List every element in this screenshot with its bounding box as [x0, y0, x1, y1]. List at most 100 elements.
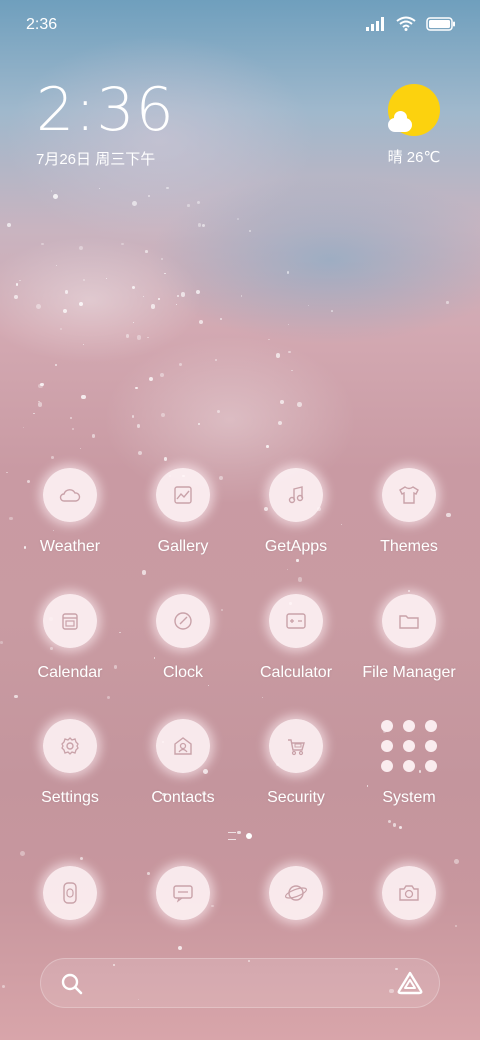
sparkle — [286, 270, 290, 274]
sparkle — [398, 825, 402, 829]
sparkle — [279, 400, 284, 405]
sparkle — [219, 317, 222, 320]
app-label-calculator: Calculator — [259, 664, 333, 681]
sparkle — [240, 295, 243, 297]
sparkle — [454, 859, 459, 864]
calendar-icon — [43, 594, 97, 648]
clock-date: 7月26日 周三下午 — [36, 151, 156, 168]
app-label-getapps: GetApps — [264, 538, 328, 555]
app-weather[interactable]: Weather — [14, 468, 126, 556]
sparkle — [177, 945, 182, 950]
app-label-clock: Clock — [162, 664, 203, 681]
dock-browser[interactable] — [240, 866, 352, 920]
app-settings[interactable]: Settings — [14, 719, 126, 807]
app-label-settings: Settings — [41, 789, 99, 806]
sparkle — [0, 641, 3, 644]
cloud-icon — [43, 468, 97, 522]
app-grid-icon — [379, 719, 439, 773]
app-calendar[interactable]: Calendar — [14, 594, 126, 682]
sparkle — [297, 402, 302, 408]
sparkle — [80, 447, 82, 449]
phone-icon — [43, 866, 97, 920]
sparkle — [166, 186, 169, 190]
sparkle — [52, 194, 58, 199]
sparkle — [288, 350, 291, 353]
app-label-gallery: Gallery — [157, 538, 209, 555]
app-label-security: Security — [267, 789, 325, 806]
gallery-icon — [156, 468, 210, 522]
folder-icon — [382, 594, 436, 648]
sparkle — [91, 434, 96, 438]
status-icons — [366, 16, 456, 31]
sparkle — [81, 394, 86, 400]
search-bar[interactable] — [40, 958, 440, 1008]
clock-widget[interactable]: 2:36 7月26日 周三下午 — [36, 80, 175, 169]
page-indicator-active — [246, 833, 252, 839]
sparkle — [136, 424, 141, 428]
sparkle — [13, 694, 18, 699]
sparkle — [164, 272, 166, 275]
sparkle — [9, 516, 13, 521]
sparkle — [237, 218, 239, 220]
app-label-contacts: Contacts — [151, 789, 215, 806]
search-icon[interactable] — [60, 972, 84, 996]
status-bar: 2:36 — [0, 0, 480, 50]
sparkle — [163, 457, 168, 461]
sparkle — [40, 382, 44, 387]
camera-icon — [382, 866, 436, 920]
sparkle — [278, 420, 283, 425]
app-label-calendar: Calendar — [37, 664, 103, 681]
app-gallery[interactable]: Gallery — [127, 468, 239, 556]
message-icon — [156, 866, 210, 920]
sparkle — [50, 190, 52, 192]
sparkle — [64, 290, 69, 294]
app-themes[interactable]: Themes — [353, 468, 465, 556]
sparkle — [37, 402, 43, 407]
shirt-icon — [382, 468, 436, 522]
sparkle — [136, 334, 142, 340]
weather-widget[interactable]: 晴 26℃ — [384, 80, 444, 167]
app-contacts[interactable]: Contacts — [127, 719, 239, 807]
security-icon — [269, 719, 323, 773]
dock-messages[interactable] — [127, 866, 239, 920]
app-label-file-manager: File Manager — [362, 664, 456, 681]
sparkle — [51, 455, 54, 459]
sparkle — [446, 301, 449, 304]
wifi-icon — [396, 16, 416, 31]
gear-icon — [43, 719, 97, 773]
app-label-system: System — [382, 789, 436, 806]
sparkle — [132, 201, 137, 207]
page-indicator — [0, 832, 480, 840]
app-security[interactable]: Security — [240, 719, 352, 807]
app-label-themes: Themes — [380, 538, 438, 555]
sparkle — [297, 577, 303, 582]
app-clock[interactable]: Clock — [127, 594, 239, 682]
sparkle — [6, 471, 8, 474]
app-file-manager[interactable]: File Manager — [353, 594, 465, 682]
app-label-weather: Weather — [39, 538, 101, 555]
clock-time: 2:36 — [36, 75, 175, 145]
dock-camera[interactable] — [353, 866, 465, 920]
sparkle — [62, 308, 67, 313]
sparkle — [145, 250, 149, 253]
sparkle — [131, 285, 136, 289]
app-system-folder[interactable]: System — [353, 719, 465, 807]
sparkle — [392, 823, 397, 827]
sparkle — [296, 559, 299, 562]
assistant-icon[interactable] — [396, 970, 424, 996]
calculator-icon — [269, 594, 323, 648]
sparkle — [291, 369, 293, 371]
battery-icon — [426, 16, 455, 31]
sun-cloud-icon — [388, 84, 440, 136]
weather-text: 晴 26℃ — [387, 149, 441, 166]
sparkle — [158, 298, 160, 300]
dock-phone[interactable] — [14, 866, 126, 920]
status-time: 2:36 — [26, 16, 58, 33]
sparkle — [159, 373, 164, 378]
app-calculator[interactable]: Calculator — [240, 594, 352, 682]
app-getapps[interactable]: GetApps — [240, 468, 352, 556]
sparkle — [180, 292, 185, 297]
signal-icon — [366, 16, 384, 31]
browser-icon — [269, 866, 323, 920]
sparkle — [331, 310, 333, 312]
